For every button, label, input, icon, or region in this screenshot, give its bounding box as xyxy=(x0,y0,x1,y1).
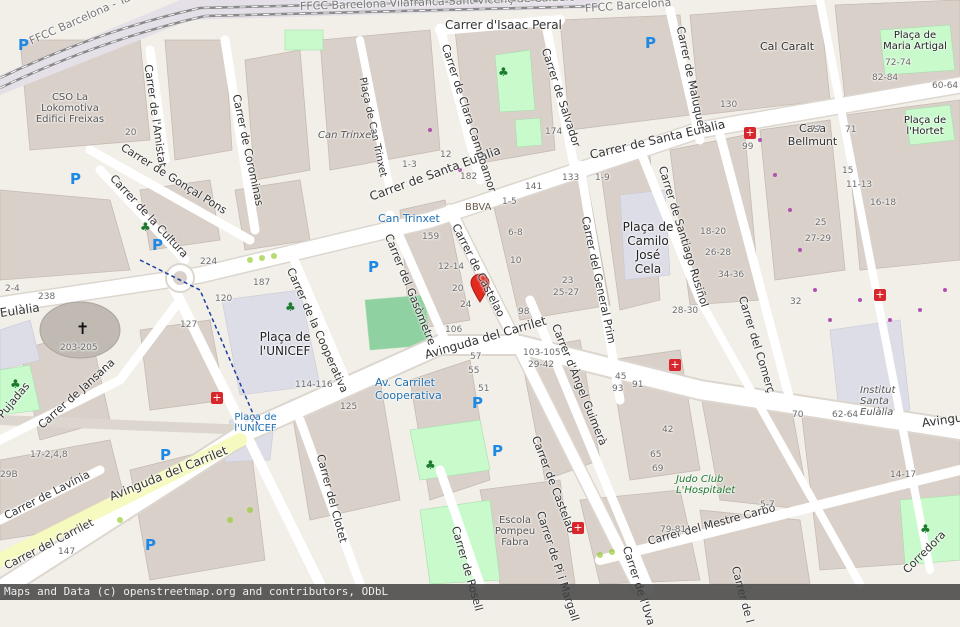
church-grounds xyxy=(39,301,121,359)
map-attribution[interactable]: Maps and Data (c) openstreetmap.org and … xyxy=(0,584,960,600)
map-canvas[interactable] xyxy=(0,0,960,600)
